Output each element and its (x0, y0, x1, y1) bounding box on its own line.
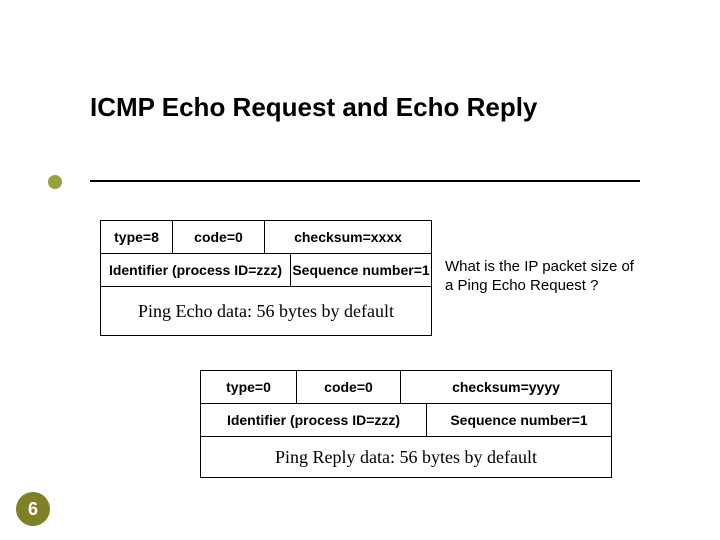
packet1-code-cell: code=0 (173, 221, 265, 253)
bullet-icon (48, 175, 62, 189)
packet1-data-cell: Ping Echo data: 56 bytes by default (101, 286, 431, 335)
packet1-sequence-cell: Sequence number=1 (291, 254, 431, 286)
packet1-identifier-cell: Identifier (process ID=zzz) (101, 254, 291, 286)
packet2-sequence-cell: Sequence number=1 (427, 404, 611, 436)
slide: ICMP Echo Request and Echo Reply type=8 … (0, 0, 720, 540)
title-underline (90, 180, 640, 182)
packet1-checksum-cell: checksum=xxxx (265, 221, 431, 253)
echo-reply-packet: type=0 code=0 checksum=yyyy Identifier (… (200, 370, 612, 478)
packet2-identifier-cell: Identifier (process ID=zzz) (201, 404, 427, 436)
slide-title: ICMP Echo Request and Echo Reply (90, 92, 537, 123)
packet2-row1: type=0 code=0 checksum=yyyy (201, 371, 611, 403)
packet2-row2: Identifier (process ID=zzz) Sequence num… (201, 403, 611, 436)
packet2-type-cell: type=0 (201, 371, 297, 403)
packet1-type-cell: type=8 (101, 221, 173, 253)
annotation-text: What is the IP packet size of a Ping Ech… (445, 258, 640, 296)
packet2-data-cell: Ping Reply data: 56 bytes by default (201, 436, 611, 477)
packet2-code-cell: code=0 (297, 371, 401, 403)
packet2-checksum-cell: checksum=yyyy (401, 371, 611, 403)
packet1-row2: Identifier (process ID=zzz) Sequence num… (101, 253, 431, 286)
page-number-badge: 6 (16, 492, 50, 526)
echo-request-packet: type=8 code=0 checksum=xxxx Identifier (… (100, 220, 432, 336)
packet1-row1: type=8 code=0 checksum=xxxx (101, 221, 431, 253)
